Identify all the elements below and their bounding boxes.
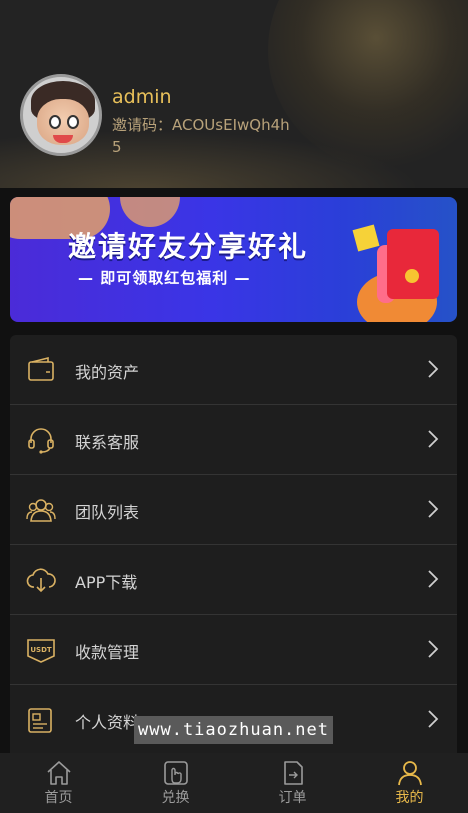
headset-icon [28, 428, 54, 454]
menu-list: 我的资产 联系客服 团队列表 APP下载 USDT 收款管理 个人资料 [10, 335, 457, 753]
tab-label: 兑换 [161, 790, 190, 806]
order-icon [283, 761, 303, 785]
menu-item-label: 个人资料 [75, 713, 140, 732]
chevron-right-icon [428, 360, 439, 378]
usdt-icon-text: USDT [30, 646, 52, 654]
invite-code-line: 邀请码：ACOUsEIwQh4h5 [112, 114, 297, 158]
cloud-download-icon [26, 568, 56, 593]
wallet-icon [28, 356, 54, 381]
tab-home[interactable]: 首页 [0, 753, 117, 813]
tab-label: 我的 [395, 790, 424, 806]
profile-card-icon [28, 708, 52, 733]
menu-item-label: 联系客服 [75, 433, 140, 452]
menu-item-team-list[interactable]: 团队列表 [10, 475, 457, 545]
chevron-right-icon [428, 500, 439, 518]
menu-item-label: APP下载 [75, 573, 138, 592]
invite-banner[interactable]: 邀请好友分享好礼 — 即可领取红包福利 — [10, 197, 457, 322]
red-envelope-icon [387, 229, 439, 299]
usdt-icon: USDT [27, 639, 55, 663]
coin-icon [352, 224, 380, 252]
bottom-tab-bar: 首页 兑换 订单 我的 [0, 753, 468, 813]
chevron-right-icon [428, 640, 439, 658]
menu-item-payment-management[interactable]: USDT 收款管理 [10, 615, 457, 685]
home-icon [46, 761, 71, 785]
team-icon [26, 499, 56, 522]
username: admin [112, 86, 172, 108]
banner-title: 邀请好友分享好礼 [68, 230, 309, 263]
exchange-icon [163, 761, 188, 785]
menu-item-label: 收款管理 [75, 643, 140, 662]
banner-subtitle: — 即可领取红包福利 — [78, 269, 251, 287]
chevron-right-icon [428, 430, 439, 448]
profile-header: admin 邀请码：ACOUsEIwQh4h5 [0, 0, 468, 188]
menu-item-app-download[interactable]: APP下载 [10, 545, 457, 615]
avatar[interactable] [20, 74, 102, 156]
chevron-right-icon [428, 570, 439, 588]
menu-item-customer-service[interactable]: 联系客服 [10, 405, 457, 475]
tab-label: 订单 [278, 790, 307, 806]
tab-label: 首页 [44, 790, 73, 806]
user-icon [397, 761, 422, 786]
menu-item-assets[interactable]: 我的资产 [10, 335, 457, 405]
tab-exchange[interactable]: 兑换 [117, 753, 234, 813]
chevron-right-icon [428, 710, 439, 728]
menu-item-label: 我的资产 [75, 363, 140, 382]
tab-mine[interactable]: 我的 [351, 753, 468, 813]
page: admin 邀请码：ACOUsEIwQh4h5 邀请好友分享好礼 — 即可领取红… [0, 0, 468, 813]
menu-item-label: 团队列表 [75, 503, 140, 522]
invite-code-label: 邀请码： [112, 116, 173, 134]
tab-orders[interactable]: 订单 [234, 753, 351, 813]
watermark: www.tiaozhuan.net [134, 716, 333, 744]
